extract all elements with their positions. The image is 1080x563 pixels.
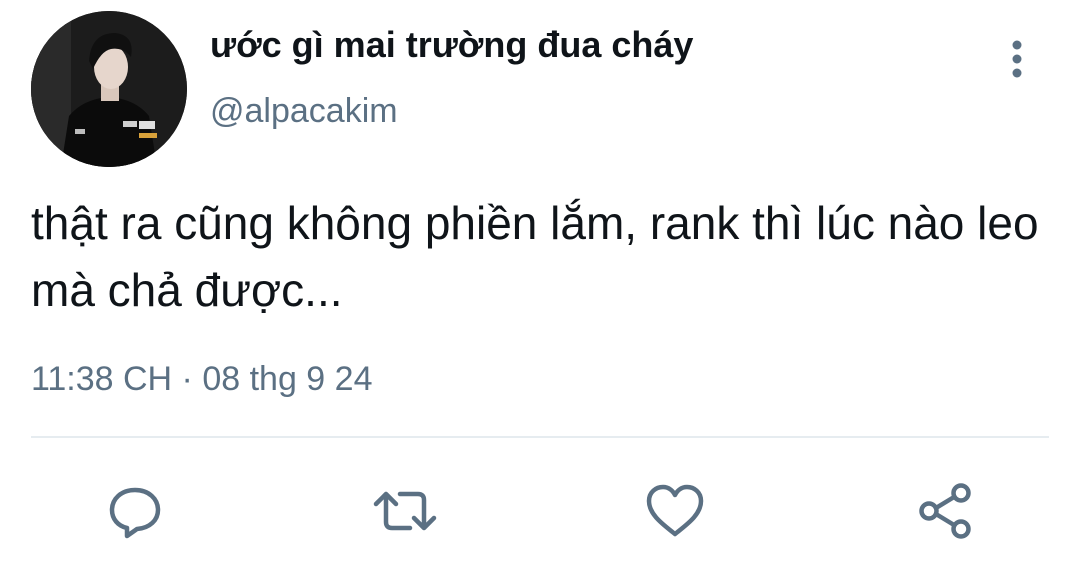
heart-outline-icon — [646, 484, 704, 537]
display-name[interactable]: ước gì mai trường đua cháy — [210, 24, 693, 66]
avatar-photo — [31, 11, 187, 167]
tweet-text: thật ra cũng không phiền lắm, rank thì l… — [31, 197, 1039, 316]
vertical-dots-icon — [1012, 40, 1022, 78]
avatar[interactable] — [31, 11, 187, 167]
reply-button[interactable] — [100, 476, 170, 546]
more-options-button[interactable] — [1000, 36, 1034, 82]
like-button[interactable] — [640, 476, 710, 546]
share-nodes-icon — [919, 483, 971, 539]
retweet-arrows-icon — [373, 491, 437, 531]
user-handle[interactable]: @alpacakim — [210, 92, 398, 131]
divider — [31, 436, 1049, 438]
share-button[interactable] — [910, 476, 980, 546]
retweet-button[interactable] — [370, 476, 440, 546]
comment-bubble-icon — [109, 487, 161, 539]
tweet-timestamp[interactable]: 11:38 CH · 08 thg 9 24 — [31, 360, 372, 399]
